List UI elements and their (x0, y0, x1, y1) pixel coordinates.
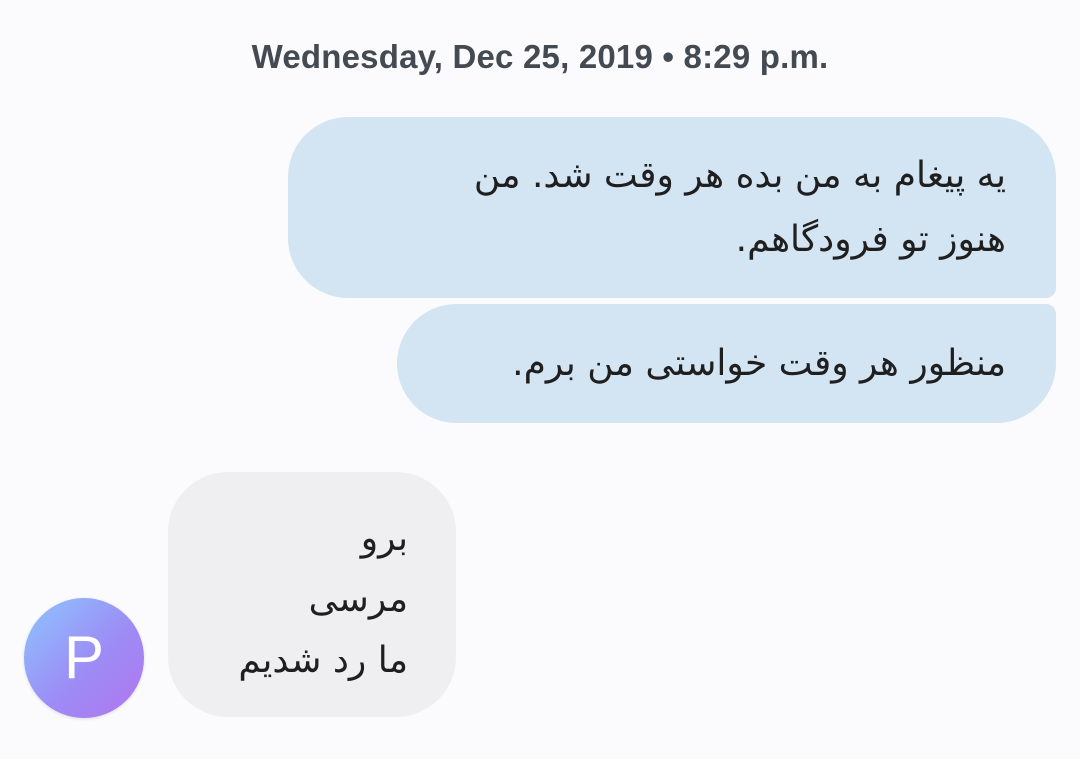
outgoing-message-bubble[interactable]: منظور هر وقت خواستی من برم. (397, 304, 1056, 423)
outgoing-message-bubble[interactable]: یه پیغام به من بده هر وقت شد. من هنوز تو… (288, 117, 1056, 298)
message-text-line: منظور هر وقت خواستی من برم. (512, 343, 1006, 384)
message-text-line: برو (360, 518, 408, 559)
sender-avatar[interactable]: P (24, 598, 144, 718)
incoming-message-bubble[interactable]: برو مرسی ما رد شدیم (168, 472, 456, 717)
message-text-line: مرسی (308, 579, 408, 620)
message-timestamp: Wednesday, Dec 25, 2019 • 8:29 p.m. (251, 38, 829, 75)
message-text-line: ما رد شدیم (238, 640, 408, 681)
message-text-line: هنوز تو فرودگاهم. (735, 219, 1006, 260)
message-text-line: یه پیغام به من بده هر وقت شد. من (473, 155, 1006, 196)
avatar-initial: P (63, 624, 105, 691)
